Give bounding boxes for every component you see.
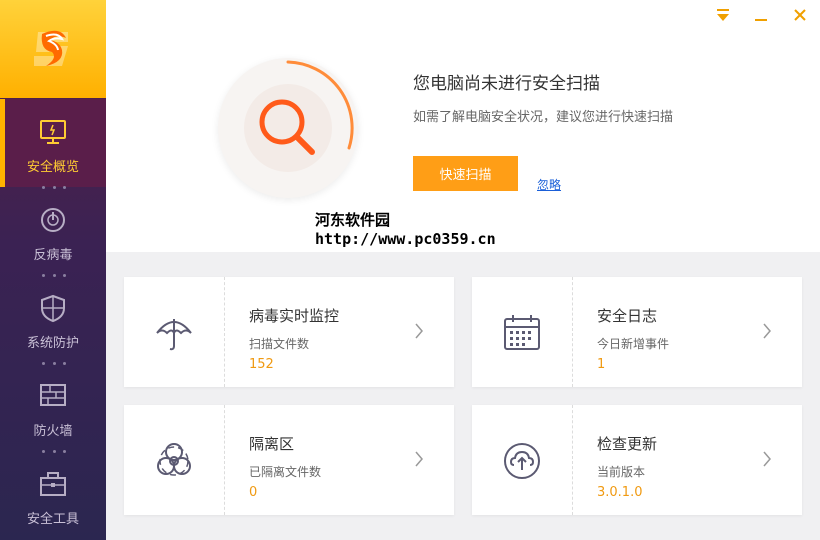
card-title: 病毒实时监控 (249, 307, 340, 325)
card-icon-area (472, 277, 573, 387)
scan-inner-circle (244, 84, 332, 172)
watermark-url: http://www.pc0359.cn (315, 230, 496, 248)
sidebar-item-firewall[interactable]: 防火墙 (0, 363, 106, 451)
monitor-icon (40, 120, 66, 144)
status-description: 如需了解电脑安全状况，建议您进行快速扫描 (413, 110, 674, 125)
ignore-link[interactable]: 忽略 (537, 176, 561, 193)
sidebar-item-label: 系统防护 (26, 336, 79, 351)
card-subtitle: 当前版本 (597, 465, 646, 479)
card-value: 1 (597, 357, 606, 372)
firewall-icon (40, 384, 66, 406)
dropdown-triangle-icon[interactable] (714, 6, 732, 24)
card-subtitle: 已隔离文件数 (249, 465, 322, 479)
card-subtitle: 今日新增事件 (597, 337, 670, 351)
sidebar: 安全概览 反病毒 系统防护 防火墙 安全工具 (0, 0, 106, 540)
sidebar-item-label: 防火墙 (33, 424, 73, 439)
card-icon-area (124, 405, 225, 515)
card-security-log[interactable]: 安全日志 今日新增事件 1 (472, 277, 802, 387)
magnifier-icon (259, 99, 315, 155)
calendar-icon (504, 315, 540, 350)
sidebar-item-security-tools[interactable]: 安全工具 (0, 451, 106, 539)
card-subtitle: 扫描文件数 (249, 337, 310, 351)
status-panel: 您电脑尚未进行安全扫描 如需了解电脑安全状况，建议您进行快速扫描 快速扫描 忽略… (106, 0, 820, 252)
card-icon-area (472, 405, 573, 515)
status-title: 您电脑尚未进行安全扫描 (413, 74, 600, 94)
sidebar-item-label: 反病毒 (33, 248, 73, 263)
card-title: 检查更新 (597, 435, 658, 453)
scan-status-circle (218, 58, 358, 198)
sidebar-item-system-protection[interactable]: 系统防护 (0, 275, 106, 363)
card-title: 隔离区 (249, 435, 295, 453)
chevron-right-icon (415, 451, 423, 467)
sidebar-item-antivirus[interactable]: 反病毒 (0, 187, 106, 275)
quick-scan-button[interactable]: 快速扫描 (413, 156, 518, 191)
card-value: 3.0.1.0 (597, 485, 643, 500)
chevron-right-icon (763, 451, 771, 467)
close-icon[interactable] (791, 6, 809, 24)
chevron-right-icon (415, 323, 423, 339)
umbrella-icon (156, 319, 192, 351)
biohazard-icon (157, 443, 191, 476)
card-realtime-monitor[interactable]: 病毒实时监控 扫描文件数 152 (124, 277, 454, 387)
chevron-right-icon (763, 323, 771, 339)
sidebar-item-label: 安全概览 (26, 160, 79, 175)
card-icon-area (124, 277, 225, 387)
watermark-name: 河东软件园 (315, 211, 391, 229)
upload-cloud-icon (504, 443, 540, 479)
card-value: 0 (249, 485, 258, 500)
logo-icon (34, 30, 68, 66)
card-check-update[interactable]: 检查更新 当前版本 3.0.1.0 (472, 405, 802, 515)
gauge-icon (41, 208, 65, 232)
app-logo (0, 0, 106, 98)
minimize-icon[interactable] (752, 6, 770, 24)
sidebar-item-label: 安全工具 (26, 512, 79, 527)
toolbox-icon (40, 472, 66, 496)
card-title: 安全日志 (597, 307, 658, 325)
sidebar-item-overview[interactable]: 安全概览 (0, 99, 106, 187)
card-quarantine[interactable]: 隔离区 已隔离文件数 0 (124, 405, 454, 515)
card-value: 152 (249, 357, 274, 372)
shield-icon (41, 294, 65, 323)
